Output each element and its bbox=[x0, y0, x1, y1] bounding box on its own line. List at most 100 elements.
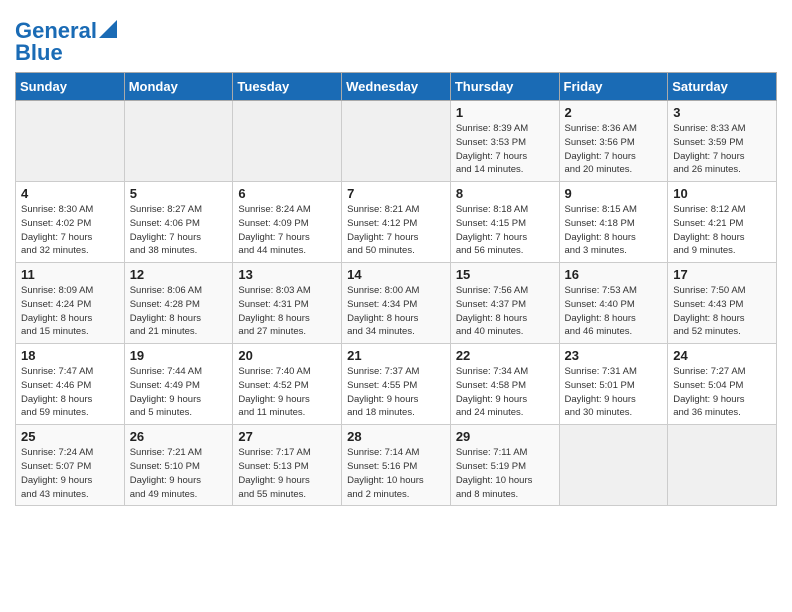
calendar-cell: 29 Sunrise: 7:11 AM Sunset: 5:19 PM Dayli… bbox=[450, 425, 559, 506]
day-number: 25 bbox=[21, 429, 119, 444]
calendar-cell: 3 Sunrise: 8:33 AM Sunset: 3:59 PM Daylig… bbox=[668, 101, 777, 182]
calendar-cell: 18 Sunrise: 7:47 AM Sunset: 4:46 PM Dayli… bbox=[16, 344, 125, 425]
day-info: Sunrise: 8:39 AM Sunset: 3:53 PM Dayligh… bbox=[456, 122, 554, 177]
calendar-cell: 25 Sunrise: 7:24 AM Sunset: 5:07 PM Dayli… bbox=[16, 425, 125, 506]
calendar-cell: 16 Sunrise: 7:53 AM Sunset: 4:40 PM Dayli… bbox=[559, 263, 668, 344]
day-number: 13 bbox=[238, 267, 336, 282]
day-number: 3 bbox=[673, 105, 771, 120]
logo: General Blue bbox=[15, 20, 117, 64]
calendar-cell: 6 Sunrise: 8:24 AM Sunset: 4:09 PM Daylig… bbox=[233, 182, 342, 263]
day-info: Sunrise: 7:14 AM Sunset: 5:16 PM Dayligh… bbox=[347, 446, 445, 501]
day-info: Sunrise: 7:53 AM Sunset: 4:40 PM Dayligh… bbox=[565, 284, 663, 339]
day-number: 12 bbox=[130, 267, 228, 282]
page-header: General Blue bbox=[15, 10, 777, 64]
day-number: 20 bbox=[238, 348, 336, 363]
day-info: Sunrise: 7:27 AM Sunset: 5:04 PM Dayligh… bbox=[673, 365, 771, 420]
day-info: Sunrise: 8:36 AM Sunset: 3:56 PM Dayligh… bbox=[565, 122, 663, 177]
calendar-cell: 26 Sunrise: 7:21 AM Sunset: 5:10 PM Dayli… bbox=[124, 425, 233, 506]
calendar-cell bbox=[559, 425, 668, 506]
logo-icon bbox=[99, 20, 117, 38]
day-info: Sunrise: 7:24 AM Sunset: 5:07 PM Dayligh… bbox=[21, 446, 119, 501]
calendar-week-row: 1 Sunrise: 8:39 AM Sunset: 3:53 PM Daylig… bbox=[16, 101, 777, 182]
day-number: 21 bbox=[347, 348, 445, 363]
day-info: Sunrise: 7:34 AM Sunset: 4:58 PM Dayligh… bbox=[456, 365, 554, 420]
day-number: 22 bbox=[456, 348, 554, 363]
day-number: 18 bbox=[21, 348, 119, 363]
day-number: 5 bbox=[130, 186, 228, 201]
day-info: Sunrise: 8:12 AM Sunset: 4:21 PM Dayligh… bbox=[673, 203, 771, 258]
weekday-header: Thursday bbox=[450, 73, 559, 101]
day-info: Sunrise: 7:50 AM Sunset: 4:43 PM Dayligh… bbox=[673, 284, 771, 339]
calendar-cell: 24 Sunrise: 7:27 AM Sunset: 5:04 PM Dayli… bbox=[668, 344, 777, 425]
calendar-cell: 19 Sunrise: 7:44 AM Sunset: 4:49 PM Dayli… bbox=[124, 344, 233, 425]
calendar-cell: 15 Sunrise: 7:56 AM Sunset: 4:37 PM Dayli… bbox=[450, 263, 559, 344]
weekday-header: Sunday bbox=[16, 73, 125, 101]
calendar-cell: 8 Sunrise: 8:18 AM Sunset: 4:15 PM Daylig… bbox=[450, 182, 559, 263]
calendar-cell: 27 Sunrise: 7:17 AM Sunset: 5:13 PM Dayli… bbox=[233, 425, 342, 506]
day-number: 7 bbox=[347, 186, 445, 201]
day-number: 26 bbox=[130, 429, 228, 444]
calendar-cell: 9 Sunrise: 8:15 AM Sunset: 4:18 PM Daylig… bbox=[559, 182, 668, 263]
day-number: 4 bbox=[21, 186, 119, 201]
day-info: Sunrise: 7:44 AM Sunset: 4:49 PM Dayligh… bbox=[130, 365, 228, 420]
calendar-cell: 14Sunrise: 8:00 AM Sunset: 4:34 PM Dayli… bbox=[342, 263, 451, 344]
calendar-week-row: 18 Sunrise: 7:47 AM Sunset: 4:46 PM Dayli… bbox=[16, 344, 777, 425]
calendar-week-row: 11 Sunrise: 8:09 AM Sunset: 4:24 PM Dayli… bbox=[16, 263, 777, 344]
day-info: Sunrise: 8:03 AM Sunset: 4:31 PM Dayligh… bbox=[238, 284, 336, 339]
day-number: 16 bbox=[565, 267, 663, 282]
day-number: 28 bbox=[347, 429, 445, 444]
calendar-cell: 1 Sunrise: 8:39 AM Sunset: 3:53 PM Daylig… bbox=[450, 101, 559, 182]
calendar-cell: 22 Sunrise: 7:34 AM Sunset: 4:58 PM Dayli… bbox=[450, 344, 559, 425]
day-info: Sunrise: 7:21 AM Sunset: 5:10 PM Dayligh… bbox=[130, 446, 228, 501]
calendar-cell bbox=[16, 101, 125, 182]
day-info: Sunrise: 8:09 AM Sunset: 4:24 PM Dayligh… bbox=[21, 284, 119, 339]
calendar-cell: 23 Sunrise: 7:31 AM Sunset: 5:01 PM Dayli… bbox=[559, 344, 668, 425]
calendar-cell: 20Sunrise: 7:40 AM Sunset: 4:52 PM Dayli… bbox=[233, 344, 342, 425]
day-number: 24 bbox=[673, 348, 771, 363]
day-number: 15 bbox=[456, 267, 554, 282]
calendar-cell: 5Sunrise: 8:27 AM Sunset: 4:06 PM Daylig… bbox=[124, 182, 233, 263]
day-number: 27 bbox=[238, 429, 336, 444]
calendar-cell bbox=[233, 101, 342, 182]
day-number: 6 bbox=[238, 186, 336, 201]
calendar-cell: 2Sunrise: 8:36 AM Sunset: 3:56 PM Daylig… bbox=[559, 101, 668, 182]
weekday-header: Friday bbox=[559, 73, 668, 101]
day-info: Sunrise: 8:21 AM Sunset: 4:12 PM Dayligh… bbox=[347, 203, 445, 258]
day-info: Sunrise: 7:31 AM Sunset: 5:01 PM Dayligh… bbox=[565, 365, 663, 420]
weekday-header: Tuesday bbox=[233, 73, 342, 101]
day-info: Sunrise: 7:47 AM Sunset: 4:46 PM Dayligh… bbox=[21, 365, 119, 420]
calendar-cell bbox=[342, 101, 451, 182]
day-info: Sunrise: 8:18 AM Sunset: 4:15 PM Dayligh… bbox=[456, 203, 554, 258]
day-info: Sunrise: 7:11 AM Sunset: 5:19 PM Dayligh… bbox=[456, 446, 554, 501]
day-number: 11 bbox=[21, 267, 119, 282]
day-info: Sunrise: 8:06 AM Sunset: 4:28 PM Dayligh… bbox=[130, 284, 228, 339]
calendar-cell bbox=[124, 101, 233, 182]
weekday-header: Saturday bbox=[668, 73, 777, 101]
calendar-cell: 7 Sunrise: 8:21 AM Sunset: 4:12 PM Daylig… bbox=[342, 182, 451, 263]
calendar-week-row: 4 Sunrise: 8:30 AM Sunset: 4:02 PM Daylig… bbox=[16, 182, 777, 263]
day-info: Sunrise: 8:30 AM Sunset: 4:02 PM Dayligh… bbox=[21, 203, 119, 258]
day-number: 1 bbox=[456, 105, 554, 120]
day-info: Sunrise: 7:56 AM Sunset: 4:37 PM Dayligh… bbox=[456, 284, 554, 339]
day-number: 23 bbox=[565, 348, 663, 363]
day-number: 17 bbox=[673, 267, 771, 282]
day-number: 8 bbox=[456, 186, 554, 201]
day-info: Sunrise: 8:24 AM Sunset: 4:09 PM Dayligh… bbox=[238, 203, 336, 258]
calendar-cell: 4 Sunrise: 8:30 AM Sunset: 4:02 PM Daylig… bbox=[16, 182, 125, 263]
calendar-cell: 12 Sunrise: 8:06 AM Sunset: 4:28 PM Dayli… bbox=[124, 263, 233, 344]
day-info: Sunrise: 8:33 AM Sunset: 3:59 PM Dayligh… bbox=[673, 122, 771, 177]
calendar-cell: 21Sunrise: 7:37 AM Sunset: 4:55 PM Dayli… bbox=[342, 344, 451, 425]
day-number: 19 bbox=[130, 348, 228, 363]
logo-text: General bbox=[15, 20, 97, 42]
day-info: Sunrise: 7:17 AM Sunset: 5:13 PM Dayligh… bbox=[238, 446, 336, 501]
day-number: 29 bbox=[456, 429, 554, 444]
day-info: Sunrise: 8:15 AM Sunset: 4:18 PM Dayligh… bbox=[565, 203, 663, 258]
day-info: Sunrise: 8:00 AM Sunset: 4:34 PM Dayligh… bbox=[347, 284, 445, 339]
weekday-header-row: SundayMondayTuesdayWednesdayThursdayFrid… bbox=[16, 73, 777, 101]
logo-text2: Blue bbox=[15, 42, 117, 64]
day-number: 9 bbox=[565, 186, 663, 201]
calendar-table: SundayMondayTuesdayWednesdayThursdayFrid… bbox=[15, 72, 777, 506]
calendar-cell: 17 Sunrise: 7:50 AM Sunset: 4:43 PM Dayli… bbox=[668, 263, 777, 344]
calendar-cell: 10Sunrise: 8:12 AM Sunset: 4:21 PM Dayli… bbox=[668, 182, 777, 263]
calendar-cell: 11 Sunrise: 8:09 AM Sunset: 4:24 PM Dayli… bbox=[16, 263, 125, 344]
